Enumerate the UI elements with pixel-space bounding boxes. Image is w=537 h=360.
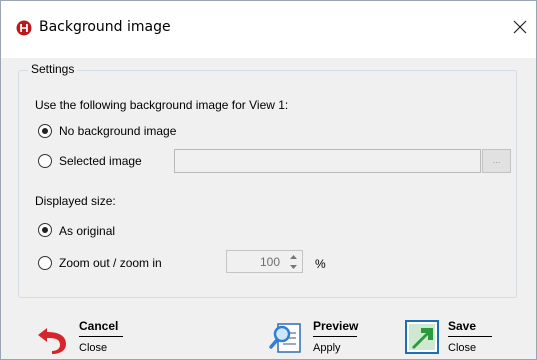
- close-icon[interactable]: [507, 14, 533, 40]
- radio-no-background-label[interactable]: No background image: [59, 124, 176, 138]
- cancel-button-sublabel: Close: [79, 342, 108, 354]
- zoom-stepper[interactable]: 100: [226, 250, 303, 273]
- save-button-sublabel: Close: [448, 342, 477, 354]
- radio-no-background[interactable]: [38, 124, 52, 138]
- radio-selected-image-label[interactable]: Selected image: [59, 154, 142, 168]
- image-path-field[interactable]: [174, 149, 481, 173]
- chevron-up-icon[interactable]: [286, 252, 301, 262]
- settings-group-label: Settings: [28, 62, 78, 76]
- dialog-title: Background image: [39, 19, 171, 35]
- preview-magnifier-icon: [269, 323, 301, 353]
- preview-divider: [313, 336, 357, 337]
- radio-as-original-label[interactable]: As original: [59, 224, 115, 238]
- app-logo-icon: [16, 20, 32, 36]
- chevron-down-icon[interactable]: [286, 262, 301, 272]
- browse-button[interactable]: ...: [482, 149, 511, 173]
- zoom-unit-label: %: [315, 257, 326, 271]
- save-button-label: Save: [448, 319, 477, 333]
- save-arrow-icon: [405, 320, 439, 354]
- radio-zoom-label[interactable]: Zoom out / zoom in: [59, 256, 162, 270]
- background-intro-label: Use the following background image for V…: [35, 98, 289, 112]
- radio-as-original[interactable]: [38, 223, 52, 237]
- preview-button-sublabel: Apply: [313, 342, 341, 354]
- cancel-button-label: Cancel: [79, 319, 119, 333]
- radio-zoom[interactable]: [38, 256, 52, 270]
- preview-button-label: Preview: [313, 319, 359, 333]
- cancel-divider: [79, 336, 123, 337]
- displayed-size-label: Displayed size:: [35, 194, 116, 208]
- save-button[interactable]: Save Close: [404, 317, 514, 357]
- background-image-dialog: Background image Settings Use the follow…: [0, 0, 537, 360]
- cancel-button[interactable]: Cancel Close: [35, 317, 145, 357]
- save-divider: [448, 336, 492, 337]
- undo-arrow-icon: [38, 328, 66, 354]
- title-bar: Background image: [1, 1, 536, 58]
- radio-selected-image[interactable]: [38, 154, 52, 168]
- preview-button[interactable]: Preview Apply: [269, 317, 379, 357]
- zoom-value: 100: [259, 255, 280, 269]
